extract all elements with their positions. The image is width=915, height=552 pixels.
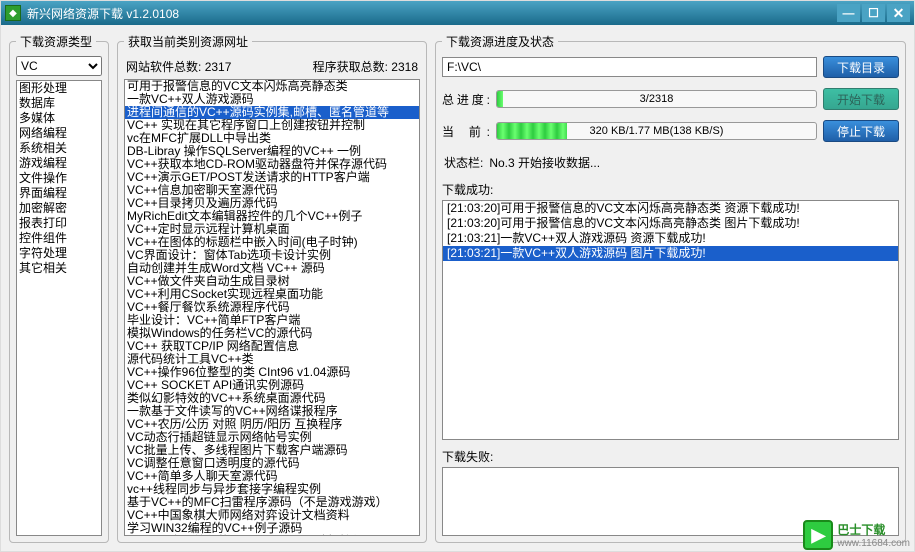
client-area: 下载资源类型 VC 图形处理数据库多媒体网络编程系统相关游戏编程文件操作界面编程… bbox=[1, 25, 914, 551]
total-progress-label: 总进度: bbox=[442, 91, 490, 108]
category-item[interactable]: 图形处理 bbox=[17, 81, 101, 96]
category-item[interactable]: 控件组件 bbox=[17, 231, 101, 246]
total-progress-bar: 3/2318 bbox=[496, 90, 817, 108]
category-item[interactable]: 字符处理 bbox=[17, 246, 101, 261]
resource-item[interactable]: VC++可自己编程的Date Picker日期选择控件 bbox=[125, 535, 419, 536]
success-item[interactable]: [21:03:21]一款VC++双人游戏源码 资源下载成功! bbox=[443, 231, 898, 246]
watermark: ▶ 巴士下载 www.11684.com bbox=[803, 520, 910, 550]
mid-summary-row: 网站软件总数: 2317 程序获取总数: 2318 bbox=[124, 56, 420, 79]
success-item[interactable]: [21:03:21]一款VC++双人游戏源码 图片下载成功! bbox=[443, 246, 898, 261]
category-item[interactable]: 界面编程 bbox=[17, 186, 101, 201]
prog-total: 程序获取总数: 2318 bbox=[313, 58, 418, 75]
site-total: 网站软件总数: 2317 bbox=[126, 58, 231, 75]
category-item[interactable]: 游戏编程 bbox=[17, 156, 101, 171]
category-item[interactable]: 网络编程 bbox=[17, 126, 101, 141]
success-label: 下载成功: bbox=[442, 179, 899, 200]
browse-button[interactable]: 下载目录 bbox=[823, 56, 899, 78]
path-row: 下载目录 bbox=[442, 56, 899, 78]
mid-panel: 获取当前类别资源网址 网站软件总数: 2317 程序获取总数: 2318 可用于… bbox=[117, 33, 427, 543]
status-line: 状态栏: No.3 开始接收数据... bbox=[442, 152, 899, 173]
watermark-logo-icon: ▶ bbox=[803, 520, 833, 550]
window-title: 新兴网络资源下载 v1.2.0108 bbox=[27, 5, 179, 22]
current-progress-label: 当 前: bbox=[442, 123, 490, 140]
current-progress-row: 当 前: 320 KB/1.77 MB(138 KB/S) 停止下载 bbox=[442, 120, 899, 142]
category-item[interactable]: 数据库 bbox=[17, 96, 101, 111]
titlebar[interactable]: ◆ 新兴网络资源下载 v1.2.0108 — ☐ ✕ bbox=[1, 1, 914, 25]
category-list[interactable]: 图形处理数据库多媒体网络编程系统相关游戏编程文件操作界面编程加密解密报表打印控件… bbox=[16, 80, 102, 536]
left-panel: 下载资源类型 VC 图形处理数据库多媒体网络编程系统相关游戏编程文件操作界面编程… bbox=[9, 33, 109, 543]
category-item[interactable]: 多媒体 bbox=[17, 111, 101, 126]
app-window: ◆ 新兴网络资源下载 v1.2.0108 — ☐ ✕ 下载资源类型 VC 图形处… bbox=[0, 0, 915, 552]
status-label: 状态栏: bbox=[444, 154, 483, 171]
watermark-url: www.11684.com bbox=[837, 537, 910, 550]
success-item[interactable]: [21:03:20]可用于报警信息的VC文本闪烁高亮静态类 图片下载成功! bbox=[443, 216, 898, 231]
category-item[interactable]: 系统相关 bbox=[17, 141, 101, 156]
resource-list[interactable]: 可用于报警信息的VC文本闪烁高亮静态类一款VC++双人游戏源码进程间通信的VC+… bbox=[124, 79, 420, 536]
current-progress-bar: 320 KB/1.77 MB(138 KB/S) bbox=[496, 122, 817, 140]
right-legend: 下载资源进度及状态 bbox=[442, 33, 558, 50]
right-panel: 下载资源进度及状态 下载目录 总进度: 3/2318 开始下载 当 前: 320… bbox=[435, 33, 906, 543]
success-section: 下载成功: [21:03:20]可用于报警信息的VC文本闪烁高亮静态类 资源下载… bbox=[442, 179, 899, 440]
total-progress-row: 总进度: 3/2318 开始下载 bbox=[442, 88, 899, 110]
fail-label: 下载失败: bbox=[442, 446, 899, 467]
download-path-input[interactable] bbox=[442, 57, 817, 77]
app-icon: ◆ bbox=[5, 5, 21, 21]
success-item[interactable]: [21:03:20]可用于报警信息的VC文本闪烁高亮静态类 资源下载成功! bbox=[443, 201, 898, 216]
success-list[interactable]: [21:03:20]可用于报警信息的VC文本闪烁高亮静态类 资源下载成功![21… bbox=[442, 200, 899, 440]
left-legend: 下载资源类型 bbox=[16, 33, 96, 50]
watermark-brand: 巴士下载 bbox=[837, 524, 910, 537]
maximize-button[interactable]: ☐ bbox=[862, 4, 885, 22]
mid-legend: 获取当前类别资源网址 bbox=[124, 33, 252, 50]
close-button[interactable]: ✕ bbox=[887, 4, 910, 22]
category-item[interactable]: 加密解密 bbox=[17, 201, 101, 216]
minimize-button[interactable]: — bbox=[837, 4, 860, 22]
category-item[interactable]: 文件操作 bbox=[17, 171, 101, 186]
category-item[interactable]: 其它相关 bbox=[17, 261, 101, 276]
download-button[interactable]: 开始下载 bbox=[823, 88, 899, 110]
category-item[interactable]: 报表打印 bbox=[17, 216, 101, 231]
resource-type-select[interactable]: VC bbox=[16, 56, 102, 76]
status-text: No.3 开始接收数据... bbox=[489, 154, 600, 171]
stop-button[interactable]: 停止下载 bbox=[823, 120, 899, 142]
